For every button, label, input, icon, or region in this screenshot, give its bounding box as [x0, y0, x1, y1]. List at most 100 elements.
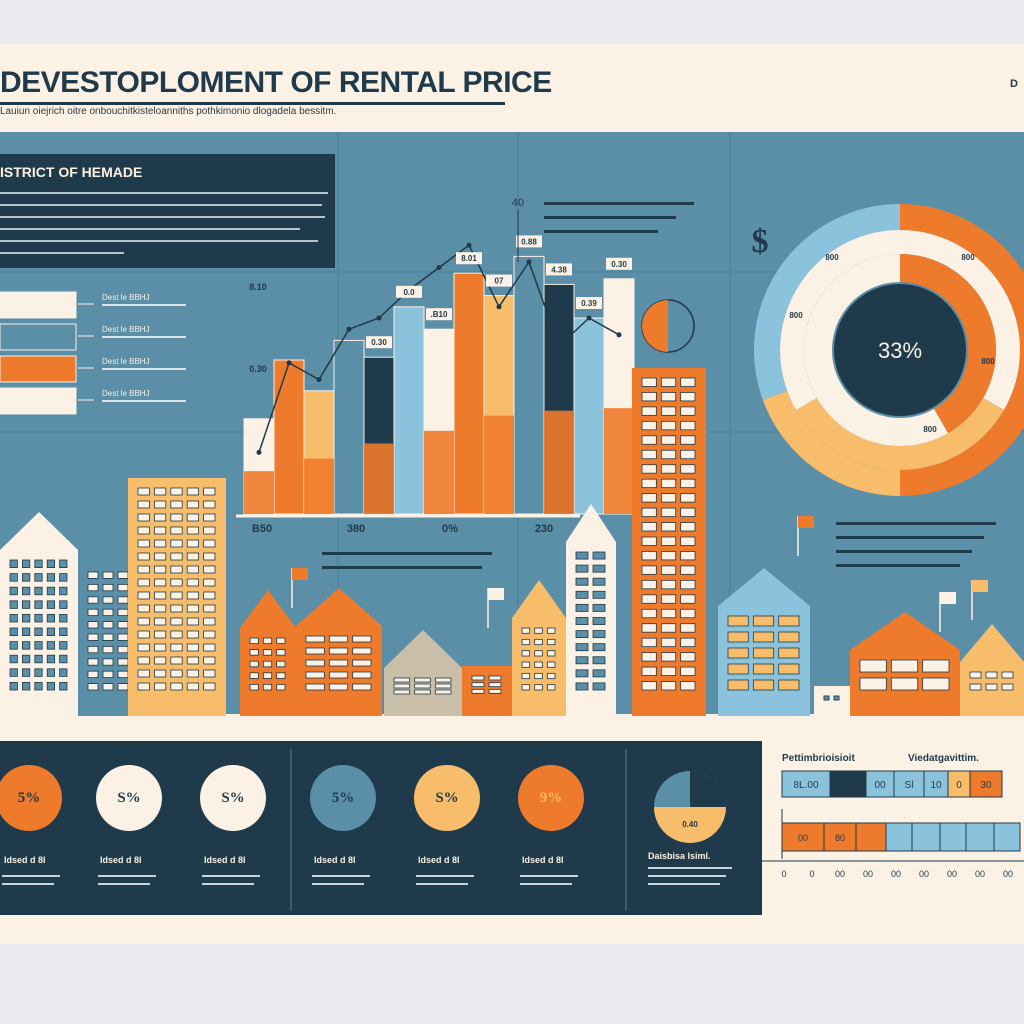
chart-line-point — [496, 304, 502, 310]
stat-text-line — [312, 883, 364, 885]
building-window — [46, 627, 56, 636]
building-window — [249, 660, 259, 668]
building-window — [46, 559, 56, 568]
building — [296, 588, 382, 716]
building-window — [46, 600, 56, 609]
building-window — [34, 586, 43, 596]
building-window — [546, 661, 556, 668]
building — [384, 630, 462, 716]
legend-label: Dest le BBHJ — [102, 325, 150, 334]
donut-label: 800 — [961, 253, 975, 262]
building-window — [328, 671, 349, 679]
building-window — [641, 449, 657, 460]
building-window — [186, 669, 199, 678]
x-tick-label: 380 — [347, 523, 365, 535]
building-window — [680, 681, 696, 691]
building-window — [21, 641, 31, 650]
building-window — [46, 613, 56, 623]
building-window — [21, 654, 31, 664]
flag — [798, 516, 814, 528]
building-window — [34, 559, 43, 568]
legend-swatch — [0, 387, 77, 415]
building-window — [546, 684, 556, 691]
building-window — [660, 493, 677, 503]
building-window — [137, 539, 150, 548]
building-window — [59, 627, 68, 636]
building-window — [102, 596, 114, 604]
chart-line-point — [286, 360, 292, 366]
building-window — [641, 420, 657, 431]
building-window — [153, 604, 167, 613]
building-window — [203, 487, 216, 496]
building-window — [203, 669, 216, 678]
legend-swatch — [0, 355, 77, 383]
building-window — [660, 608, 677, 619]
building-window — [249, 672, 259, 679]
building-window — [170, 552, 183, 561]
building — [0, 512, 78, 716]
building-window — [170, 617, 183, 626]
note-text-line — [836, 536, 984, 539]
building-window — [727, 615, 749, 627]
building-window — [34, 668, 43, 677]
table-cell-text: 30 — [980, 780, 992, 791]
building-window — [262, 649, 273, 656]
building-window — [352, 635, 372, 643]
legend-text-line — [102, 368, 186, 370]
building-window — [21, 668, 31, 677]
building-window — [9, 586, 18, 596]
chart-line-point — [376, 315, 382, 321]
table-axis-label: 0 — [781, 869, 786, 879]
building-window — [680, 608, 696, 619]
building-window — [352, 647, 372, 655]
building-window — [102, 670, 114, 679]
stat-circle: 5% — [310, 765, 376, 831]
chart-line-point — [346, 326, 352, 332]
building-window — [434, 677, 452, 683]
building-window — [680, 435, 696, 445]
building-window — [641, 406, 657, 416]
stats-panel: 0.40 5% ldsed d 8l S% ldsed d 8l S% ldsed d 8… — [0, 741, 762, 915]
building-window — [752, 631, 775, 643]
building-window — [1001, 671, 1014, 679]
building-window — [153, 513, 167, 522]
table-cell — [939, 822, 967, 852]
chart-note-line — [544, 202, 694, 205]
stat-text-line — [520, 883, 572, 885]
stat-text-line — [416, 875, 474, 877]
building-window — [117, 633, 129, 641]
building-window — [117, 683, 129, 691]
building-window — [414, 683, 431, 689]
building-window — [87, 646, 99, 654]
building-window — [546, 627, 556, 634]
building-window — [249, 637, 259, 644]
tower-building — [632, 368, 706, 716]
building-window — [641, 594, 657, 604]
building-window — [137, 513, 150, 522]
building-window — [890, 659, 919, 673]
building-window — [641, 536, 657, 546]
table-axis-label: 00 — [919, 869, 929, 879]
building-window — [102, 683, 114, 691]
building-window — [352, 683, 372, 691]
chart-bar-segment — [364, 443, 394, 514]
building-window — [521, 672, 531, 680]
data-label: 0.0 — [403, 288, 415, 297]
building-window — [641, 579, 657, 590]
building-window — [641, 478, 657, 489]
chart-bar-segment — [424, 430, 454, 514]
building-window — [87, 621, 99, 629]
building-window — [534, 661, 543, 668]
mini-pie-value: 0.40 — [682, 820, 698, 829]
building-window — [778, 631, 800, 643]
building-window — [641, 464, 657, 474]
building-window — [137, 591, 150, 600]
stat-text-line — [2, 875, 60, 877]
building-body — [462, 666, 512, 716]
chart-line-point — [466, 242, 472, 248]
building-window — [186, 630, 199, 639]
building-window — [276, 637, 286, 644]
title-underline — [0, 102, 505, 105]
building-window — [641, 551, 657, 561]
building-window — [680, 493, 696, 503]
